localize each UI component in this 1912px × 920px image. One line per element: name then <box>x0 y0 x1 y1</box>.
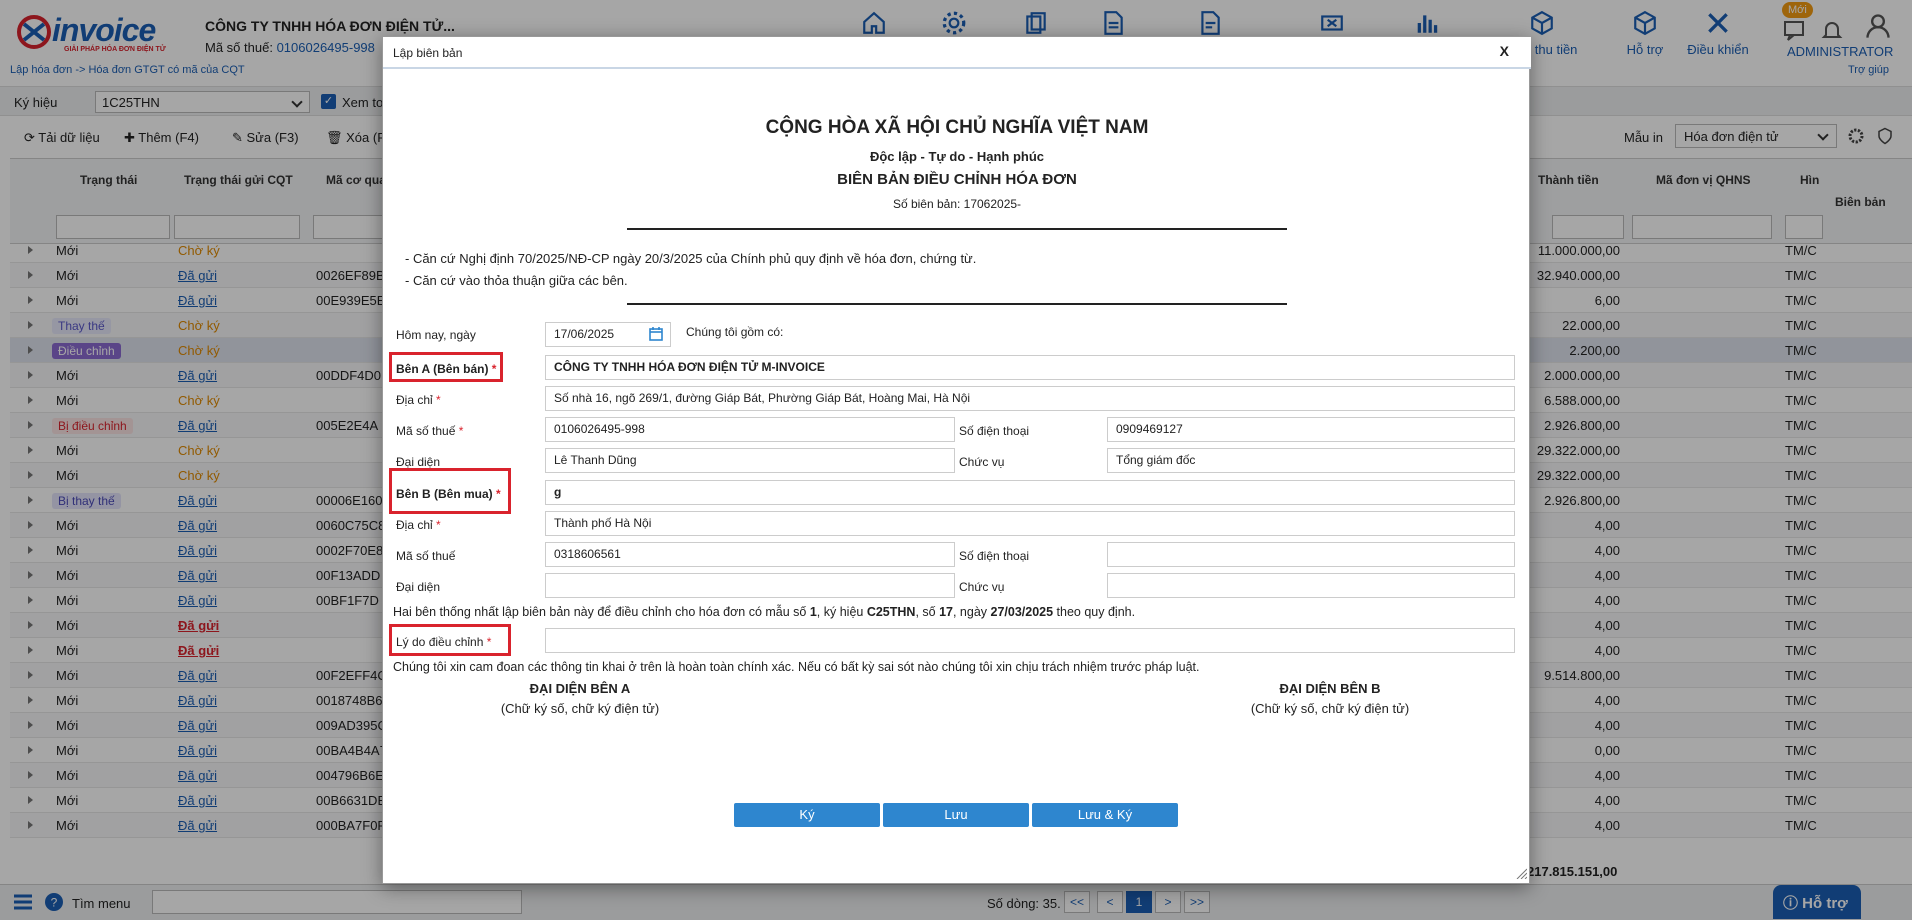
party-a-tax-input[interactable]: 0106026495-998 <box>545 417 955 442</box>
party-b-tax-input[interactable]: 0318606561 <box>545 542 955 567</box>
commitment-text: Chúng tôi xin cam đoan các thông tin kha… <box>393 660 1200 674</box>
party-a-rep-label: Đại diện <box>396 455 441 469</box>
reason-input[interactable] <box>545 628 1515 653</box>
party-b-rep-label: Đại diện <box>396 580 441 594</box>
party-a-address-label: Địa chỉ * <box>396 393 441 407</box>
legal-basis-2: - Căn cứ vào thỏa thuận giữa các bên. <box>405 273 628 288</box>
highlight-box <box>389 352 503 382</box>
highlight-box <box>389 468 511 514</box>
sign-b-note: (Chữ ký số, chữ ký điện tử) <box>1250 701 1410 716</box>
agreement-text: Hai bên thống nhất lập biên bản này để đ… <box>393 605 1136 619</box>
party-b-position-input[interactable] <box>1107 573 1515 598</box>
party-a-position-input[interactable]: Tổng giám đốc <box>1107 448 1515 473</box>
party-b-phone-label: Số điện thoại <box>959 549 1030 563</box>
sign-a-note: (Chữ ký số, chữ ký điện tử) <box>500 701 660 716</box>
resize-handle-icon[interactable] <box>1515 867 1527 879</box>
date-label: Hôm nay, ngày <box>396 328 476 342</box>
divider <box>627 228 1287 230</box>
party-a-position-label: Chức vụ <box>959 455 1005 469</box>
party-b-position-label: Chức vụ <box>959 580 1005 594</box>
adjustment-record-dialog: Lập biên bản X CỘNG HÒA XÃ HỘI CHỦ NGHĨA… <box>382 36 1531 884</box>
dialog-body: CỘNG HÒA XÃ HỘI CHỦ NGHĨA VIỆT NAM Độc l… <box>383 71 1531 883</box>
party-b-rep-input[interactable] <box>545 573 955 598</box>
calendar-icon[interactable] <box>649 327 663 341</box>
nation-heading: CỘNG HÒA XÃ HỘI CHỦ NGHĨA VIỆT NAM <box>765 117 1149 138</box>
party-a-phone-input[interactable]: 0909469127 <box>1107 417 1515 442</box>
we-include-label: Chúng tôi gồm có: <box>686 325 784 339</box>
close-button[interactable]: X <box>1500 43 1509 59</box>
party-b-tax-label: Mã số thuế <box>396 549 456 563</box>
dialog-titlebar: Lập biên bản X <box>383 37 1531 69</box>
party-b-address-label: Địa chỉ * <box>396 518 441 532</box>
sign-button[interactable]: Ký <box>734 803 880 827</box>
party-a-address-input[interactable]: Số nhà 16, ngõ 269/1, đường Giáp Bát, Ph… <box>545 386 1515 411</box>
sign-a-title: ĐẠI DIỆN BÊN A <box>529 681 631 696</box>
highlight-box <box>389 624 511 656</box>
document-number: Số biên bản: 17062025- <box>892 197 1022 211</box>
party-a-tax-label: Mã số thuế * <box>396 424 464 438</box>
party-b-address-input[interactable]: Thành phố Hà Nội <box>545 511 1515 536</box>
save-button[interactable]: Lưu <box>883 803 1029 827</box>
legal-basis-1: - Căn cứ Nghị định 70/2025/NĐ-CP ngày 20… <box>405 251 977 266</box>
save-and-sign-button[interactable]: Lưu & Ký <box>1032 803 1178 827</box>
party-b-phone-input[interactable] <box>1107 542 1515 567</box>
sign-b-title: ĐẠI DIỆN BÊN B <box>1279 681 1381 696</box>
party-a-rep-input[interactable]: Lê Thanh Dũng <box>545 448 955 473</box>
party-b-name-input[interactable]: g <box>545 480 1515 505</box>
divider <box>627 303 1287 305</box>
motto: Độc lập - Tự do - Hạnh phúc <box>869 149 1045 164</box>
document-title: BIÊN BẢN ĐIỀU CHỈNH HÓA ĐƠN <box>837 171 1077 188</box>
party-a-phone-label: Số điện thoại <box>959 424 1030 438</box>
dialog-title: Lập biên bản <box>393 46 463 60</box>
party-a-name-input[interactable]: CÔNG TY TNHH HÓA ĐƠN ĐIỆN TỬ M-INVOICE <box>545 355 1515 380</box>
